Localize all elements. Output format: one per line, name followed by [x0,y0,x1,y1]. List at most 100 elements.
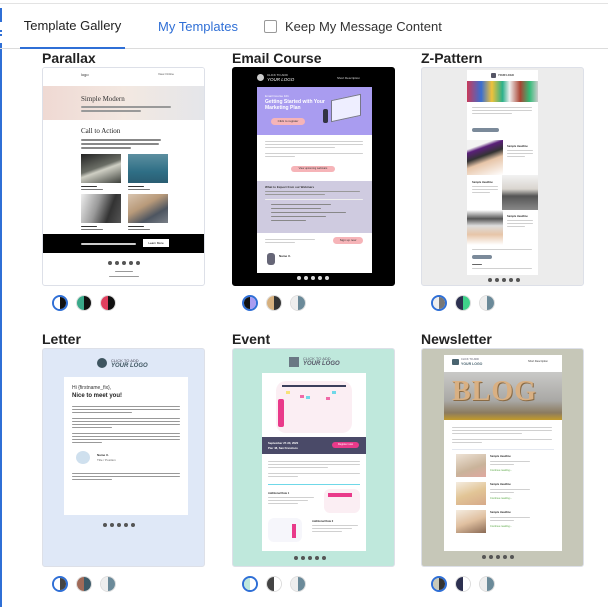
preview-event-body: September 27-30, 2020 Pier 48, San Franc… [262,373,366,551]
preview-image-chair [128,194,168,223]
color-swatches [52,576,116,592]
preview-social-icons [488,278,520,282]
template-title: Z-Pattern [421,50,483,66]
preview-headline-3: Sample Headline [490,511,511,514]
preview-social-icons [108,261,140,265]
template-title: Letter [42,331,81,347]
swatch-3[interactable] [100,295,116,311]
preview-kicker: Email Course 101 [265,94,289,98]
preview-image-geese [128,154,168,183]
preview-place: Pier 48, San Francisco [268,446,298,450]
preview-social-icons [103,523,135,527]
preview-social-icons [482,555,514,559]
preview-cta3: Sign up now [333,237,363,244]
swatch-2[interactable] [455,576,471,592]
preview-logo: YOUR LOGO [498,74,514,77]
preview-social-icons [297,276,329,280]
swatch-2[interactable] [266,295,282,311]
preview-laptop-image [467,140,503,175]
preview-logo-line2: YOUR LOGO [461,362,483,366]
color-swatches [431,576,495,592]
preview-hero-image [467,81,538,102]
tab-template-gallery[interactable]: Template Gallery [20,4,125,49]
preview-short-desc: Short Description [528,360,548,363]
preview-avatar [76,451,90,464]
color-swatches [52,295,116,311]
template-thumbnail[interactable]: CLICK TO ADD YOUR LOGO Hi {firstname_fix… [42,348,205,567]
preview-title: Getting Started with Your Marketing Plan [265,99,325,111]
preview-headline-1: Sample Headline [490,455,511,458]
swatch-1[interactable] [242,576,258,592]
preview-date-band: September 27-30, 2020 Pier 48, San Franc… [262,437,366,454]
preview-title: Nice to meet you! [72,393,123,399]
preview-section: What to Expect from our Webinars [257,181,372,233]
template-thumbnail[interactable]: CLICK TO ADD YOUR LOGO Short Description… [421,348,584,567]
preview-logo-area: CLICK TO ADD YOUR LOGO Short Description [257,72,372,86]
preview-headline-3: Sample Headline [507,215,528,218]
preview-header: logo View Online [43,68,204,82]
swatch-1[interactable] [431,295,447,311]
preview-newsletter-body: CLICK TO ADD YOUR LOGO Short Description… [444,355,562,551]
tab-bar: Template Gallery My Templates Keep My Me… [0,4,608,49]
template-card-parallax[interactable]: Parallax logo View Online Simple Modern … [42,50,207,320]
preview-section-title: Call to Action [81,127,121,135]
preview-extra2: Additional Date 2 [312,520,334,523]
preview-hero-title: Simple Modern [81,95,125,103]
swatch-2[interactable] [266,576,282,592]
preview-email: YOUR LOGO Sample Headline Sample Headlin… [467,70,538,275]
swatch-3[interactable] [479,576,495,592]
template-thumbnail[interactable]: logo View Online Simple Modern Call to A… [42,67,205,286]
preview-tablet-image [467,210,503,245]
template-title: Email Course [232,50,322,66]
swatch-3[interactable] [479,295,495,311]
preview-extra1: Additional Date 1 [268,492,290,495]
preview-logo: logo [81,72,89,77]
swatch-2[interactable] [455,295,471,311]
swatch-1[interactable] [52,295,68,311]
preview-cta: Register now [332,442,359,448]
template-card-z-pattern[interactable]: Z-Pattern YOUR LOGO Sample Headline Samp… [421,50,586,320]
preview-image-bw [81,194,121,223]
preview-letter-body: Hi {firstname_fix}, Nice to meet you! Na… [64,377,188,515]
preview-logo-icon [452,359,459,365]
preview-cta-button: Learn More [143,239,169,247]
swatch-1[interactable] [431,576,447,592]
template-card-event[interactable]: Event CLICK TO ADD YOUR LOGO September 2… [232,331,397,601]
swatch-1[interactable] [242,295,258,311]
swatch-1[interactable] [52,576,68,592]
preview-footer: Sign up now Name X. [257,233,372,273]
template-title: Newsletter [421,331,492,347]
preview-section-title: What to Expect from our Webinars [265,185,315,189]
preview-body: View upcoming webinars [257,135,372,181]
preview-cta2: View upcoming webinars [291,166,335,172]
template-card-newsletter[interactable]: Newsletter CLICK TO ADD YOUR LOGO Short … [421,331,586,601]
preview-short-desc: Short Description [337,76,361,80]
keep-content-option[interactable]: Keep My Message Content [226,4,442,49]
template-card-email-course[interactable]: Email Course CLICK TO ADD YOUR LOGO Shor… [232,50,397,320]
swatch-2[interactable] [76,576,92,592]
keep-content-label: Keep My Message Content [285,19,442,34]
template-thumbnail[interactable]: YOUR LOGO Sample Headline Sample Headlin… [421,67,584,286]
preview-link: View Online [158,72,174,76]
preview-date: September 27-30, 2020 [268,441,299,445]
preview-read-more-2: Continue reading › [490,497,512,500]
preview-social-icons [294,556,326,560]
preview-hero: Email Course 101 Getting Started with Yo… [257,87,372,135]
template-thumbnail[interactable]: CLICK TO ADD YOUR LOGO Short Description… [232,67,395,286]
template-card-letter[interactable]: Letter CLICK TO ADD YOUR LOGO Hi {firstn… [42,331,207,601]
swatch-3[interactable] [290,295,306,311]
preview-signer: Name X. [97,453,109,457]
color-swatches [242,295,306,311]
preview-cta-band: Learn More [43,234,204,253]
color-swatches [431,295,495,311]
swatch-3[interactable] [100,576,116,592]
keep-content-checkbox[interactable] [264,20,277,33]
preview-hero: Simple Modern [43,86,204,120]
preview-logo-line2: YOUR LOGO [303,361,340,367]
preview-greeting: Hi {firstname_fix}, [72,385,112,391]
template-title: Parallax [42,50,96,66]
template-thumbnail[interactable]: CLICK TO ADD YOUR LOGO September 27-30, … [232,348,395,567]
swatch-3[interactable] [290,576,306,592]
preview-cta1: Click to register [271,118,305,125]
swatch-2[interactable] [76,295,92,311]
